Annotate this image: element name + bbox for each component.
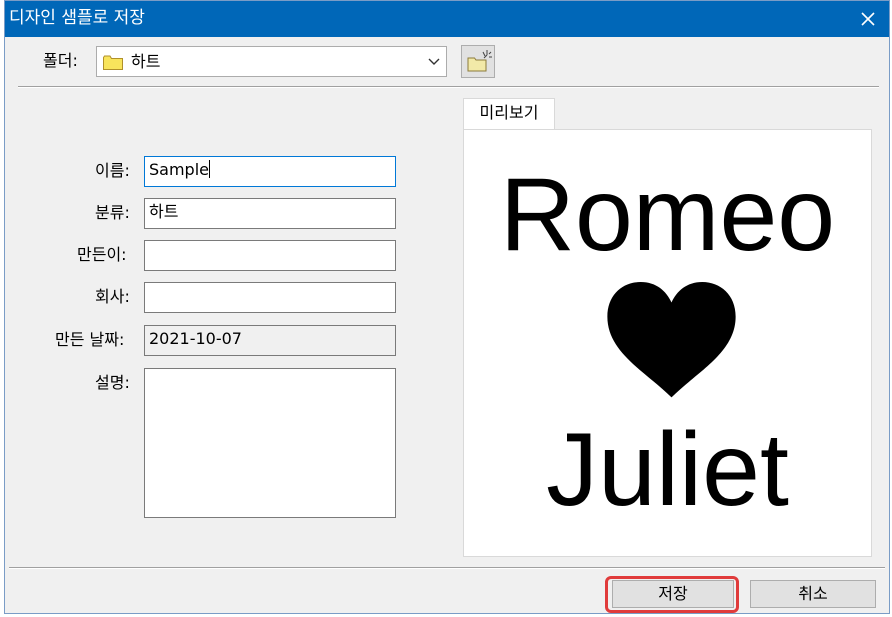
save-as-design-sample-dialog: 디자인 샘플로 저장 폴더: 하트 이름: Sample 분류: 하트 만든이:… bbox=[4, 0, 890, 614]
close-icon bbox=[861, 12, 875, 26]
folder-icon bbox=[103, 55, 123, 70]
category-label: 분류: bbox=[95, 203, 130, 222]
tab-preview[interactable]: 미리보기 bbox=[463, 98, 555, 130]
company-input[interactable] bbox=[144, 282, 396, 313]
description-label: 설명: bbox=[95, 373, 130, 392]
cancel-button[interactable]: 취소 bbox=[750, 580, 876, 608]
name-value: Sample bbox=[149, 160, 209, 179]
category-value: 하트 bbox=[149, 202, 179, 221]
created-date-label: 만든 날짜: bbox=[55, 330, 125, 349]
category-input[interactable]: 하트 bbox=[144, 198, 396, 229]
folder-label: 폴더: bbox=[43, 51, 78, 70]
preview-text-juliet: Juliet bbox=[546, 412, 789, 528]
creator-input[interactable] bbox=[144, 240, 396, 271]
top-separator bbox=[18, 86, 879, 88]
heart-icon bbox=[607, 282, 736, 398]
close-button[interactable] bbox=[847, 1, 889, 37]
bottom-separator bbox=[9, 567, 885, 569]
creator-label: 만든이: bbox=[77, 245, 127, 264]
text-caret bbox=[209, 160, 210, 178]
name-input[interactable]: Sample bbox=[144, 156, 396, 187]
preview-panel: Romeo Juliet bbox=[463, 129, 872, 557]
name-label: 이름: bbox=[95, 161, 130, 180]
preview-text-romeo: Romeo bbox=[499, 157, 836, 273]
title-bar[interactable]: 디자인 샘플로 저장 bbox=[5, 1, 889, 37]
folder-select[interactable]: 하트 bbox=[96, 46, 447, 77]
company-label: 회사: bbox=[95, 287, 130, 306]
folder-value: 하트 bbox=[131, 52, 161, 71]
description-textarea[interactable] bbox=[144, 368, 396, 518]
save-button[interactable]: 저장 bbox=[612, 580, 734, 608]
created-date-value: 2021-10-07 bbox=[149, 329, 242, 348]
window-title: 디자인 샘플로 저장 bbox=[9, 8, 145, 28]
new-folder-icon bbox=[467, 50, 492, 72]
created-date-field: 2021-10-07 bbox=[144, 325, 396, 356]
new-folder-button[interactable] bbox=[461, 45, 495, 78]
chevron-down-icon[interactable] bbox=[428, 57, 440, 67]
